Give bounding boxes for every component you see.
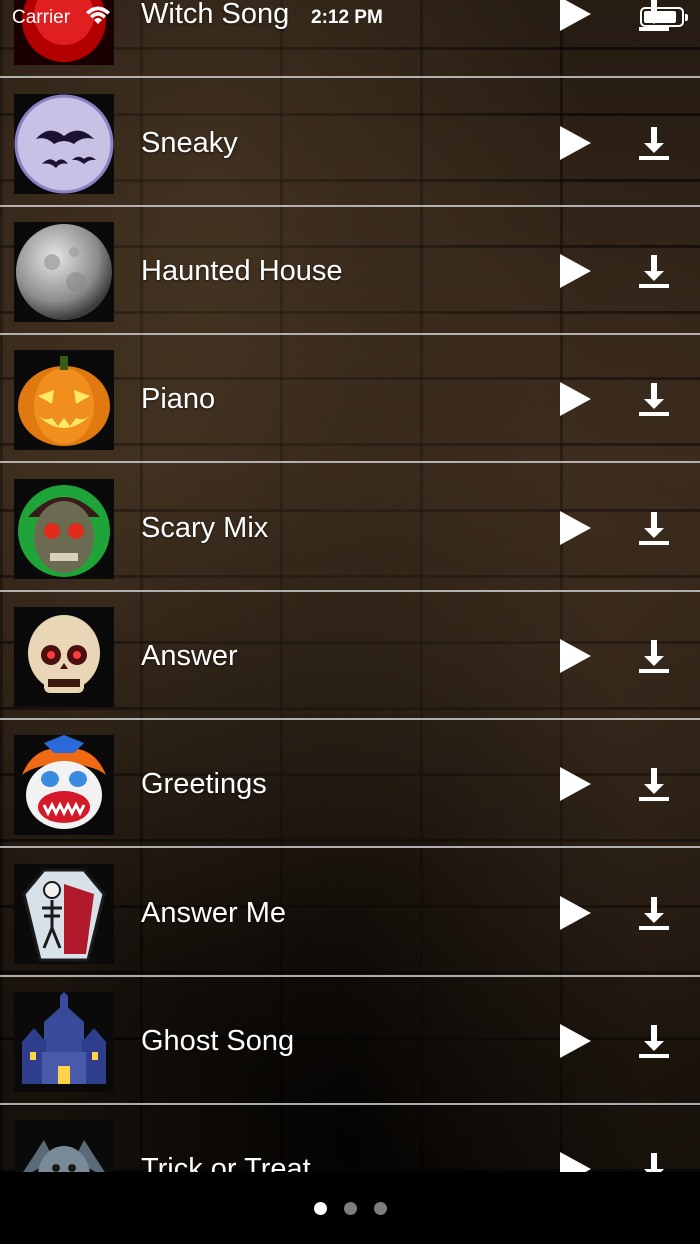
play-icon[interactable] — [557, 253, 593, 289]
download-icon[interactable] — [638, 895, 670, 931]
song-title: Haunted House — [141, 255, 343, 287]
song-title: Sneaky — [141, 127, 238, 159]
skull-icon — [14, 607, 114, 707]
page-control[interactable] — [314, 1202, 387, 1215]
download-icon[interactable] — [638, 766, 670, 802]
download-icon[interactable] — [638, 510, 670, 546]
jack-o-lantern-icon — [14, 350, 114, 450]
play-icon[interactable] — [557, 895, 593, 931]
song-title: Piano — [141, 383, 216, 415]
status-time: 2:12 PM — [311, 7, 383, 28]
skeleton-coffin-icon — [14, 864, 114, 964]
song-title: Trick or Treat — [141, 1153, 311, 1172]
song-title: Answer — [141, 640, 238, 672]
play-icon[interactable] — [557, 1023, 593, 1059]
download-icon[interactable] — [638, 638, 670, 674]
list-item[interactable]: Greetings — [0, 720, 700, 848]
play-icon[interactable] — [557, 638, 593, 674]
list-item[interactable]: Ghost Song — [0, 977, 700, 1105]
wifi-icon — [86, 6, 110, 24]
list-item[interactable]: Piano — [0, 335, 700, 463]
zombie-face-icon — [14, 479, 114, 579]
evil-clown-icon — [14, 735, 114, 835]
song-list[interactable]: Witch Song Sneaky Haunted House Piano Sc… — [0, 0, 700, 1172]
list-item[interactable]: Sneaky — [0, 79, 700, 207]
bats-moon-icon — [14, 94, 114, 194]
row-divider — [0, 846, 700, 848]
carrier-label: Carrier — [12, 7, 71, 28]
play-icon[interactable] — [557, 1151, 593, 1172]
full-moon-icon — [14, 222, 114, 322]
download-icon[interactable] — [638, 125, 670, 161]
download-icon[interactable] — [638, 381, 670, 417]
row-divider — [0, 76, 700, 78]
page-dot-1[interactable] — [314, 1202, 327, 1215]
play-icon[interactable] — [557, 766, 593, 802]
song-title: Answer Me — [141, 897, 287, 929]
list-item[interactable]: Scary Mix — [0, 464, 700, 592]
download-icon[interactable] — [638, 253, 670, 289]
list-item[interactable]: Haunted House — [0, 207, 700, 335]
song-title: Greetings — [141, 768, 267, 800]
page-dot-2[interactable] — [344, 1202, 357, 1215]
list-item[interactable]: Answer Me — [0, 849, 700, 977]
download-icon[interactable] — [638, 1151, 670, 1172]
list-item[interactable]: Trick or Treat — [0, 1105, 700, 1172]
play-icon[interactable] — [557, 125, 593, 161]
haunted-castle-icon — [14, 992, 114, 1092]
list-item[interactable]: Answer — [0, 592, 700, 720]
song-title: Ghost Song — [141, 1025, 295, 1057]
play-icon[interactable] — [557, 381, 593, 417]
play-icon[interactable] — [557, 510, 593, 546]
row-divider — [0, 461, 700, 463]
status-bar: Carrier 2:12 PM — [0, 0, 700, 36]
page-dot-3[interactable] — [374, 1202, 387, 1215]
song-title: Scary Mix — [141, 512, 269, 544]
battery-icon — [640, 7, 688, 27]
gargoyle-icon — [14, 1120, 114, 1172]
download-icon[interactable] — [638, 1023, 670, 1059]
